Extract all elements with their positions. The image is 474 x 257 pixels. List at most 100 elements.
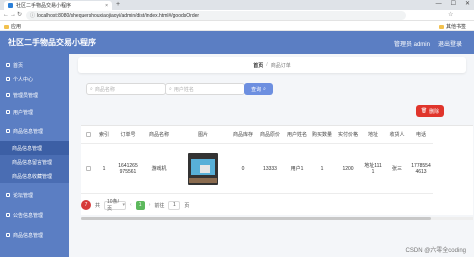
cell-goods-name: 游戏机 [151, 165, 167, 172]
bookmark-star-icon[interactable]: ☆ [448, 11, 453, 20]
sidebar-item-users[interactable]: 用户管理 [0, 105, 69, 119]
header-checkbox-cell [81, 132, 95, 137]
notification-badge[interactable]: 7 [81, 200, 91, 210]
pagination: 7 共 10条/页 ▾ ‹ 1 › 前往 1 页 [81, 199, 190, 212]
search-placeholder: 用户姓名 [173, 86, 194, 93]
sidebar-item-profile[interactable]: 个人中心 [0, 72, 69, 86]
reload-icon[interactable]: ↻ [17, 11, 22, 20]
sidebar-item-admin[interactable]: 管理员管理 [0, 88, 69, 102]
sidebar-item-label: 商品信息管理 [13, 128, 44, 135]
scrollbar-thumb[interactable] [81, 217, 431, 220]
goto-page-input[interactable]: 1 [168, 200, 181, 210]
sidebar-subitem-goods-comments[interactable]: 商品信息留言管理 [0, 155, 69, 169]
folder-icon [438, 24, 444, 29]
sidebar-subitem-goods[interactable]: 商品信息管理 [0, 141, 69, 155]
delete-label: 删除 [429, 108, 440, 115]
logout-link[interactable]: 退出登录 [438, 39, 462, 48]
column-header: 图片 [197, 131, 208, 138]
bookmark-other-label: 其他书签 [445, 24, 466, 30]
url-field[interactable]: ⓘ localhost:8080/shequershouxiaojiaoyi/a… [26, 11, 406, 20]
cell-stock: 0 [241, 165, 245, 172]
column-header: 索引 [98, 131, 109, 138]
breadcrumb-current: 商品订单 [270, 62, 291, 69]
table-header: 索引 订单号 商品名称 图片 商品库存 商品原价 用户姓名 购买数量 实付价格 … [81, 126, 433, 144]
breadcrumb-separator: / [266, 62, 268, 68]
page-unit-label: 页 [184, 202, 190, 209]
sidebar-item-label: 个人中心 [13, 76, 34, 83]
chevron-down-icon: ▾ [122, 202, 126, 208]
tab-favicon-icon [8, 3, 13, 8]
cell-qty: 1 [320, 165, 324, 172]
browser-tab-strip: 社区二手物品交易小程序 × + — ☐ ✕ [0, 0, 474, 10]
goods-thumbnail-image[interactable] [188, 152, 218, 185]
maximize-icon[interactable]: ☐ [451, 0, 456, 9]
forum-icon [6, 193, 10, 197]
bookmarks-bar: 应用 其他书签 [0, 21, 474, 31]
delete-button[interactable]: 🗑 删除 [416, 105, 444, 117]
close-window-icon[interactable]: ✕ [465, 0, 470, 9]
search-placeholder: 商品名称 [94, 86, 115, 93]
sidebar-item-label: 商品信息管理 [12, 145, 43, 152]
table-row[interactable]: 1 1641265 975561 游戏机 0 13333 用户1 1 1200 … [81, 144, 433, 194]
user-name-search-input[interactable]: ⌕ 用户姓名 [165, 83, 245, 95]
notice-icon [6, 213, 10, 217]
cell-index: 1 [102, 165, 106, 172]
column-header: 实付价格 [337, 131, 358, 138]
sidebar-item-notice[interactable]: 公告信息管理 [0, 208, 69, 222]
cell-image [175, 147, 231, 191]
goods-icon [6, 233, 10, 237]
column-header: 商品库存 [232, 131, 253, 138]
new-tab-button[interactable]: + [116, 1, 120, 9]
row-checkbox-cell [81, 166, 95, 171]
breadcrumb: 首页 / 商品订单 [78, 57, 466, 73]
cell-order-no: 1641265 975561 [118, 162, 138, 175]
app-header: 社区二手物品交易小程序 管理员 admin 退出登录 [0, 31, 474, 54]
goto-label: 前往 [154, 202, 165, 209]
next-page-button[interactable]: › [149, 202, 151, 208]
sidebar-item-goods-2[interactable]: 商品信息管理 [0, 228, 69, 242]
query-button[interactable]: 查询 ⌕ [244, 83, 273, 95]
sidebar-item-label: 首页 [13, 62, 24, 69]
goods-name-search-input[interactable]: ⌕ 商品名称 [86, 83, 166, 95]
prev-page-button[interactable]: ‹ [130, 202, 132, 208]
bookmark-apps[interactable]: 应用 [4, 23, 21, 30]
trash-icon: 🗑 [420, 108, 428, 114]
cell-user: 用户1 [290, 165, 304, 172]
sidebar-item-label: 商品信息收藏管理 [12, 173, 53, 180]
watermark: CSDN @六零全coding [405, 248, 466, 254]
sidebar: 首页 个人中心 管理员管理 用户管理 商品信息管理 商品信息管理 商品信息留言管… [0, 54, 69, 257]
forward-icon[interactable]: → [10, 11, 16, 20]
sidebar-item-goods[interactable]: 商品信息管理 [0, 124, 69, 138]
search-icon: ⌕ [169, 86, 172, 92]
select-all-checkbox[interactable] [85, 132, 91, 137]
info-icon: ⓘ [30, 13, 36, 19]
tab-close-icon[interactable]: × [105, 3, 108, 9]
page-number-current[interactable]: 1 [135, 200, 145, 210]
breadcrumb-home[interactable]: 首页 [253, 62, 263, 69]
user-icon [6, 77, 10, 81]
sidebar-item-home[interactable]: 首页 [0, 58, 69, 72]
cell-phone: 1778554 4613 [411, 162, 431, 175]
sidebar-item-label: 用户管理 [13, 109, 34, 116]
page-size-select[interactable]: 10条/页 ▾ [104, 199, 127, 212]
users-icon [6, 110, 10, 114]
apps-icon [4, 24, 9, 29]
bookmark-other[interactable]: 其他书签 [438, 23, 466, 30]
url-text: localhost:8080/shequershouxiaojiaoyi/adm… [37, 12, 200, 19]
browser-tab[interactable]: 社区二手物品交易小程序 × [4, 1, 112, 10]
sidebar-subitem-goods-favorites[interactable]: 商品信息收藏管理 [0, 169, 69, 183]
sidebar-item-forum[interactable]: 论坛管理 [0, 188, 69, 202]
window-controls: — ☐ ✕ [436, 0, 470, 9]
sidebar-item-label: 论坛管理 [13, 192, 34, 199]
header-actions: 管理员 admin 退出登录 [394, 39, 462, 48]
horizontal-scrollbar[interactable] [81, 217, 473, 220]
column-header: 地址 [367, 131, 378, 138]
back-icon[interactable]: ← [3, 11, 9, 20]
column-header: 电话 [415, 131, 426, 138]
tab-title: 社区二手物品交易小程序 [16, 3, 72, 9]
minimize-icon[interactable]: — [436, 0, 442, 9]
column-header: 商品原价 [259, 131, 280, 138]
row-checkbox[interactable] [85, 166, 91, 171]
total-label: 共 [95, 202, 101, 209]
cell-address: 地址111 1 [364, 162, 382, 175]
